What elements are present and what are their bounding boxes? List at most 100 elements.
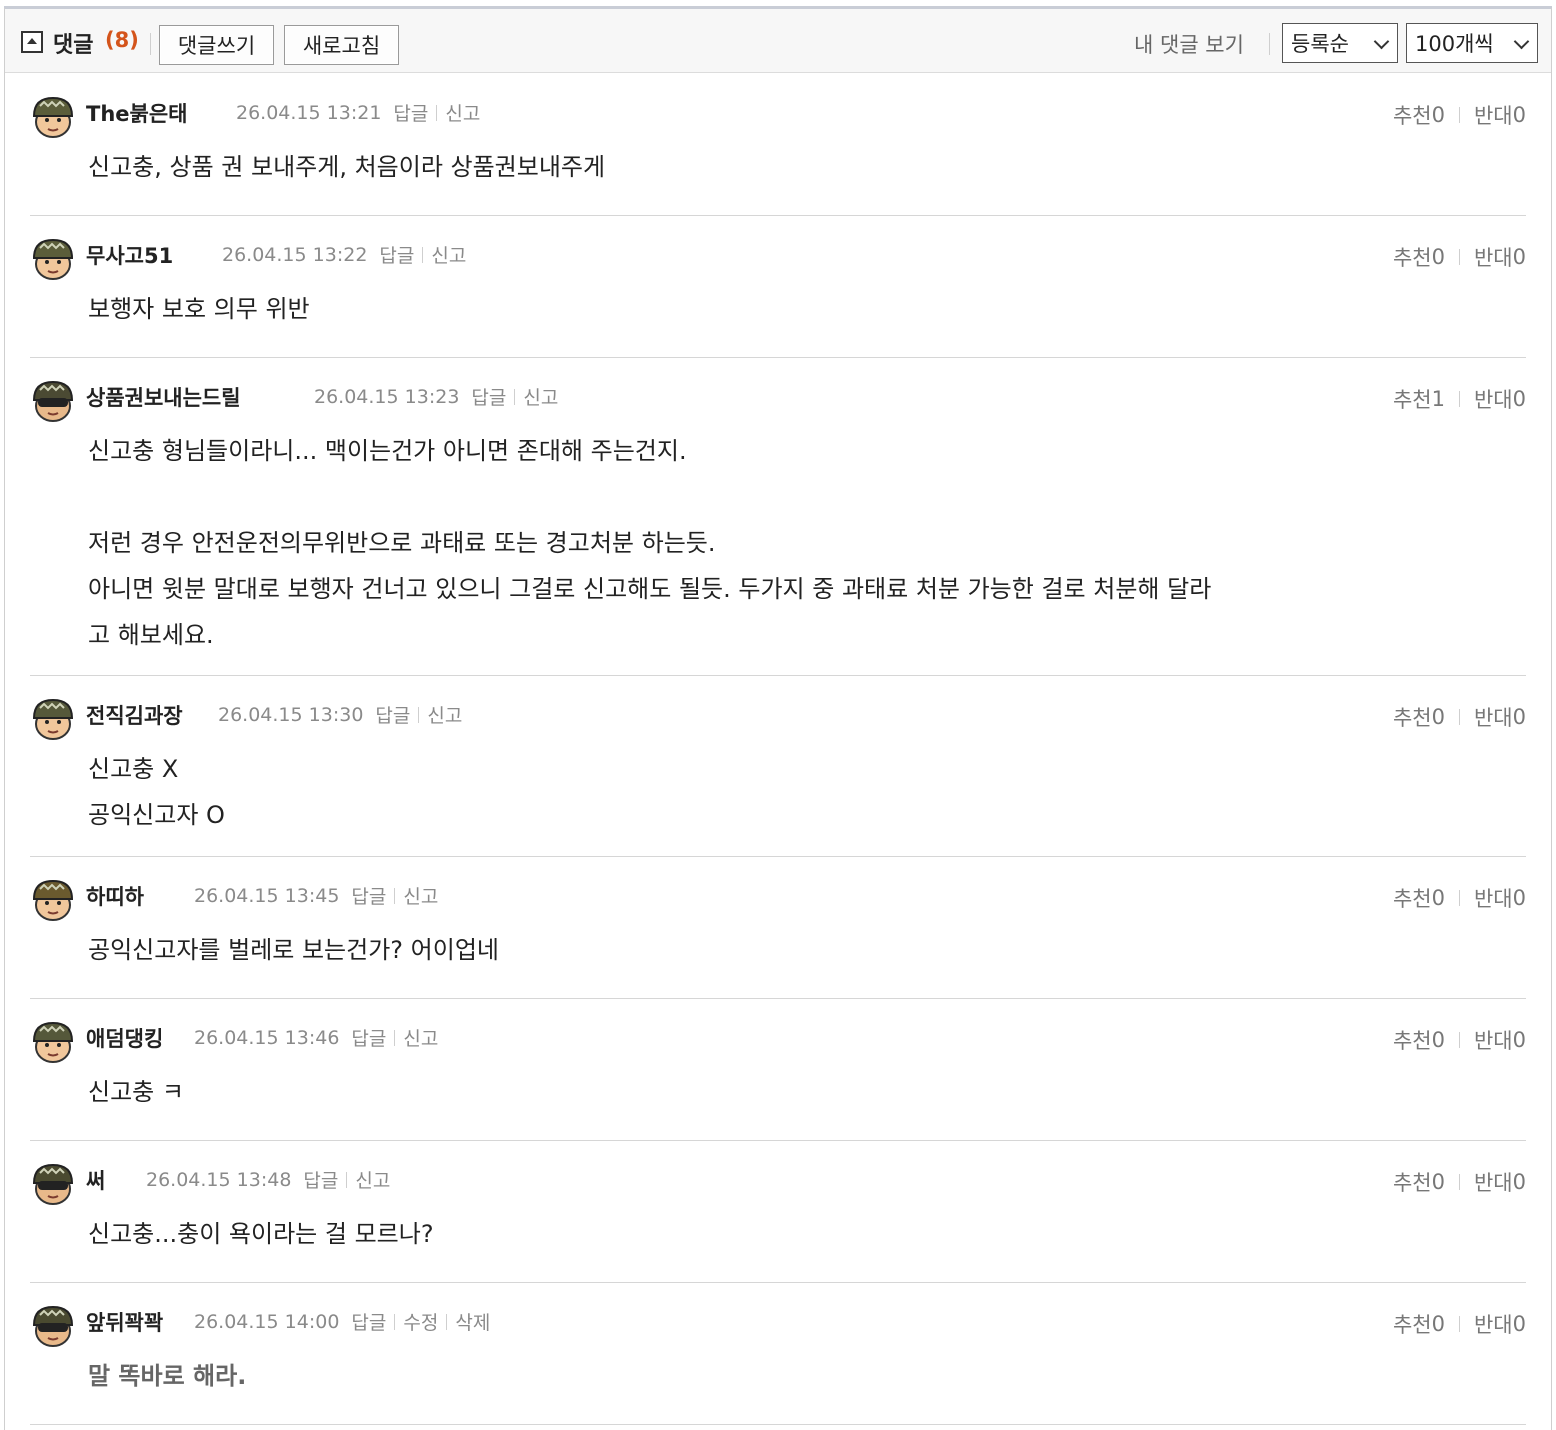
reply-link[interactable]: 답글 <box>393 99 428 126</box>
comment-meta: 26.04.15 14:00 답글 수정 삭제 <box>194 1308 490 1335</box>
comment-item: 앞뒤꽉꽉 26.04.15 14:00 답글 수정 삭제 추천 0 반대 0말 똑바로 해라… <box>30 1303 1526 1425</box>
comment-count: (8) <box>105 28 139 52</box>
chevron-down-icon <box>1513 33 1530 50</box>
comment-author[interactable]: 무사고51 <box>86 240 173 270</box>
divider <box>394 887 396 904</box>
comment-item: 전직김과장 26.04.15 13:30 답글 신고 추천 0 반대 0 신고충 X 공익신… <box>30 696 1526 857</box>
edit-link[interactable]: 수정 <box>403 1308 438 1335</box>
oppose-button[interactable]: 반대 <box>1474 100 1513 130</box>
recommend-count: 0 <box>1431 1312 1445 1336</box>
comment-author[interactable]: The붉은태 <box>86 98 187 128</box>
comment-author[interactable]: 전직김과장 <box>86 700 183 730</box>
report-link[interactable]: 신고 <box>431 241 466 268</box>
divider <box>1458 249 1460 265</box>
reply-link[interactable]: 답글 <box>303 1166 338 1193</box>
oppose-button[interactable]: 반대 <box>1474 702 1513 732</box>
divider <box>436 104 438 121</box>
recommend-button[interactable]: 추천 <box>1393 883 1432 913</box>
avatar-icon[interactable] <box>30 696 76 742</box>
comment-header: 댓글 (8) 댓글쓰기 새로고침 내 댓글 보기 등록순 100개씩 <box>5 9 1551 73</box>
comment-author[interactable]: 하띠하 <box>86 881 144 911</box>
comment-votes: 추천 0 반대 0 <box>1393 1025 1526 1055</box>
report-link[interactable]: 신고 <box>403 1024 438 1051</box>
recommend-button[interactable]: 추천 <box>1393 100 1432 130</box>
avatar-icon[interactable] <box>30 1303 76 1349</box>
oppose-button[interactable]: 반대 <box>1474 1309 1513 1339</box>
oppose-button[interactable]: 반대 <box>1474 384 1513 414</box>
comment-item: The붉은태 26.04.15 13:21 답글 신고 추천 0 반대 0 신고충, 상품 … <box>30 94 1526 216</box>
comment-text: 신고충 X 공익신고자 O <box>88 755 225 829</box>
reply-link[interactable]: 답글 <box>351 1024 386 1051</box>
comment-date: 26.04.15 14:00 <box>194 1310 340 1333</box>
report-link[interactable]: 신고 <box>427 701 462 728</box>
comment-author[interactable]: 애덤댕킹 <box>86 1023 163 1053</box>
comment-meta: 26.04.15 13:45 답글 신고 <box>194 882 438 909</box>
comment-meta: 26.04.15 13:21 답글 신고 <box>236 99 480 126</box>
divider <box>394 1313 396 1330</box>
oppose-count: 0 <box>1512 886 1526 910</box>
report-link[interactable]: 신고 <box>445 99 480 126</box>
recommend-button[interactable]: 추천 <box>1393 1309 1432 1339</box>
comment-item: 하띠하 26.04.15 13:45 답글 신고 추천 0 반대 0 공익신고자를 벌레로 … <box>30 877 1526 999</box>
report-link[interactable]: 신고 <box>523 383 558 410</box>
comment-title: 댓글 <box>53 33 94 58</box>
divider <box>1458 1316 1460 1332</box>
avatar-icon[interactable] <box>30 877 76 923</box>
collapse-icon[interactable] <box>21 31 43 53</box>
recommend-button[interactable]: 추천 <box>1393 1025 1432 1055</box>
report-link[interactable]: 신고 <box>355 1166 390 1193</box>
comment-date: 26.04.15 13:46 <box>194 1026 340 1049</box>
sort-select[interactable]: 등록순 <box>1282 23 1398 63</box>
sort-select-value: 등록순 <box>1291 32 1349 56</box>
avatar-icon[interactable] <box>30 378 76 424</box>
recommend-button[interactable]: 추천 <box>1393 1167 1432 1197</box>
oppose-button[interactable]: 반대 <box>1474 883 1513 913</box>
recommend-button[interactable]: 추천 <box>1393 242 1432 272</box>
comment-item: 무사고51 26.04.15 13:22 답글 신고 추천 0 반대 0 보행자 보호 의무… <box>30 236 1526 358</box>
comment-text: 공익신고자를 벌레로 보는건가? 어이업네 <box>88 936 499 964</box>
comment-author[interactable]: 상품권보내는드릴 <box>86 382 241 412</box>
reply-link[interactable]: 답글 <box>375 701 410 728</box>
oppose-count: 0 <box>1512 387 1526 411</box>
avatar-icon[interactable] <box>30 236 76 282</box>
comment-text: 보행자 보호 의무 위반 <box>88 295 310 323</box>
oppose-count: 0 <box>1512 1028 1526 1052</box>
recommend-button[interactable]: 추천 <box>1393 384 1432 414</box>
avatar-icon[interactable] <box>30 1019 76 1065</box>
divider <box>1458 391 1460 407</box>
divider <box>514 388 516 405</box>
avatar-icon[interactable] <box>30 1161 76 1207</box>
avatar-icon[interactable] <box>30 94 76 140</box>
header-divider <box>1269 33 1270 55</box>
comment-votes: 추천 0 반대 0 <box>1393 883 1526 913</box>
comment-meta: 26.04.15 13:46 답글 신고 <box>194 1024 438 1051</box>
reply-link[interactable]: 답글 <box>379 241 414 268</box>
page-size-select[interactable]: 100개씩 <box>1406 23 1538 63</box>
write-comment-button[interactable]: 댓글쓰기 <box>159 25 274 65</box>
comment-author[interactable]: 앞뒤꽉꽉 <box>86 1307 163 1337</box>
divider <box>1458 709 1460 725</box>
comment-votes: 추천 0 반대 0 <box>1393 242 1526 272</box>
comment-author[interactable]: 써 <box>86 1165 105 1195</box>
comment-date: 26.04.15 13:21 <box>236 101 382 124</box>
refresh-button[interactable]: 새로고침 <box>284 25 399 65</box>
comment-meta: 26.04.15 13:30 답글 신고 <box>218 701 462 728</box>
comment-item: 애덤댕킹 26.04.15 13:46 답글 신고 추천 0 반대 0 신고충 ㅋ <box>30 1019 1526 1141</box>
divider <box>1458 1032 1460 1048</box>
chevron-down-icon <box>1373 33 1390 50</box>
oppose-button[interactable]: 반대 <box>1474 242 1513 272</box>
reply-link[interactable]: 답글 <box>351 882 386 909</box>
my-comments-link[interactable]: 내 댓글 보기 <box>1134 29 1244 59</box>
recommend-button[interactable]: 추천 <box>1393 702 1432 732</box>
reply-link[interactable]: 답글 <box>471 383 506 410</box>
comment-votes: 추천 0 반대 0 <box>1393 1167 1526 1197</box>
oppose-button[interactable]: 반대 <box>1474 1167 1513 1197</box>
comment-date: 26.04.15 13:23 <box>314 385 460 408</box>
report-link[interactable]: 신고 <box>403 882 438 909</box>
recommend-count: 0 <box>1431 705 1445 729</box>
reply-link[interactable]: 답글 <box>351 1308 386 1335</box>
page-size-select-value: 100개씩 <box>1415 32 1494 56</box>
delete-link[interactable]: 삭제 <box>455 1308 490 1335</box>
oppose-button[interactable]: 반대 <box>1474 1025 1513 1055</box>
comment-item: 써 26.04.15 13:48 답글 신고 추천 0 반대 0 신고충...충이 욕이라는… <box>30 1161 1526 1283</box>
